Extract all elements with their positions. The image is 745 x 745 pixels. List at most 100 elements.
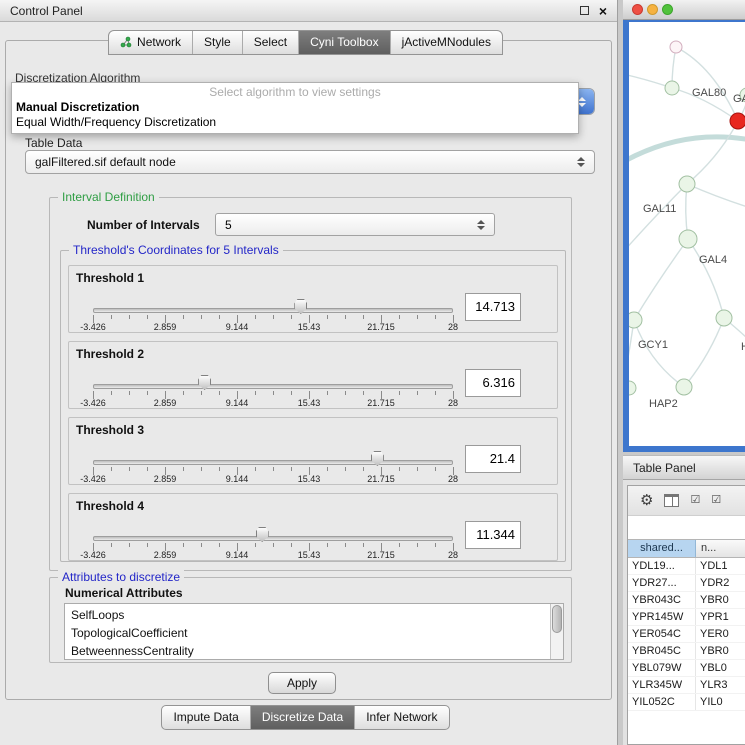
algorithm-popup-options: Manual DiscretizationEqual Width/Frequen… — [12, 100, 578, 130]
tab-discretize-data[interactable]: Discretize Data — [250, 706, 354, 729]
close-traffic-light-icon[interactable] — [632, 4, 643, 15]
network-edge[interactable] — [684, 318, 724, 387]
network-node[interactable] — [665, 81, 679, 95]
tab-label: Impute Data — [173, 710, 238, 724]
network-node[interactable] — [679, 230, 697, 248]
attributes-list[interactable]: SelfLoopsTopologicalCoefficientBetweenne… — [64, 603, 564, 660]
table-row[interactable]: YPR145WYPR1 — [628, 609, 745, 626]
float-window-icon[interactable] — [580, 6, 589, 15]
network-edge[interactable] — [687, 184, 745, 208]
threshold-value-field[interactable]: 14.713 — [465, 293, 521, 321]
algorithm-option-equal-width-frequency-discretization[interactable]: Equal Width/Frequency Discretization — [12, 115, 578, 130]
columns-icon[interactable] — [664, 494, 679, 507]
algorithm-placeholder: Select algorithm to view settings — [12, 84, 578, 100]
scrollbar-thumb[interactable] — [552, 605, 562, 633]
top-tabs-strip: NetworkStyle Select Cyni ToolboxjActiveMNo… — [108, 30, 503, 55]
attribute-list-item[interactable]: TopologicalCoefficient — [71, 624, 563, 642]
algorithm-dropdown-popup: Select algorithm to view settings Manual… — [11, 82, 579, 134]
tab-label: Infer Network — [366, 710, 437, 724]
chevron-updown-icon — [477, 220, 485, 230]
network-node[interactable] — [676, 379, 692, 395]
selection-mode-checkbox-icon[interactable]: ☑ — [711, 495, 721, 506]
table-row[interactable]: YBR045CYBR0 — [628, 643, 745, 660]
apply-button[interactable]: Apply — [268, 672, 336, 694]
network-edge[interactable] — [629, 184, 687, 252]
threshold-label: Threshold 2 — [76, 347, 144, 361]
zoom-traffic-light-icon[interactable] — [662, 4, 673, 15]
panel-title: Control Panel — [10, 4, 83, 18]
network-node[interactable] — [629, 312, 642, 328]
slider-track[interactable] — [93, 384, 453, 389]
table-data-combobox[interactable]: galFiltered.sif default node — [25, 150, 595, 174]
tab-impute-data[interactable]: Impute Data — [162, 706, 249, 729]
slider-track[interactable] — [93, 536, 453, 541]
table-row[interactable]: YDR27...YDR2 — [628, 575, 745, 592]
table-header-row: shared... n... — [628, 539, 745, 558]
table-row[interactable]: YER054CYER0 — [628, 626, 745, 643]
attribute-list-item[interactable]: BetweennessCentrality — [71, 642, 563, 660]
node-label: GCY1 — [638, 339, 668, 351]
slider-scale-labels: -3.4262.8599.14415.4321.71528 — [69, 322, 557, 333]
selected-network-node[interactable] — [730, 113, 745, 129]
network-edge[interactable] — [688, 239, 724, 318]
table-row[interactable]: YLR345WYLR3 — [628, 677, 745, 694]
tab-label: Select — [254, 35, 287, 49]
cell-shared-name: YPR145W — [628, 609, 696, 625]
tab-select[interactable]: Select — [242, 31, 298, 54]
algorithm-option-manual-discretization[interactable]: Manual Discretization — [12, 100, 578, 115]
network-graph[interactable]: GAL80GAGAL11GAL4GCY1HHAP2 — [629, 22, 745, 446]
gear-icon[interactable]: ⚙ — [640, 493, 653, 508]
threshold-value-field[interactable]: 11.344 — [465, 521, 521, 549]
network-node[interactable] — [716, 310, 732, 326]
threshold-value-field[interactable]: 21.4 — [465, 445, 521, 473]
network-edge[interactable] — [687, 121, 738, 184]
attribute-list-item[interactable]: SelfLoops — [71, 606, 563, 624]
minimize-traffic-light-icon[interactable] — [647, 4, 658, 15]
tab-infer-network[interactable]: Infer Network — [354, 706, 448, 729]
column-header-name[interactable]: n... — [696, 540, 745, 557]
network-node[interactable] — [670, 41, 682, 53]
thresholds-group-title: Threshold's Coordinates for 5 Intervals — [69, 243, 283, 257]
attributes-scrollbar[interactable] — [550, 604, 563, 659]
close-icon[interactable]: × — [599, 4, 607, 18]
cell-shared-name: YIL052C — [628, 694, 696, 710]
table-rows: YDL19...YDL1YDR27...YDR2YBR043CYBR0YPR14… — [628, 558, 745, 711]
network-edge[interactable] — [676, 47, 738, 121]
network-canvas[interactable]: GAL80GAGAL11GAL4GCY1HHAP2 — [629, 22, 745, 446]
cell-shared-name: YDL19... — [628, 558, 696, 574]
interval-definition-group: Interval Definition Number of Intervals … — [49, 197, 572, 571]
tab-style[interactable]: Style — [192, 31, 242, 54]
table-row[interactable]: YBL079WYBL0 — [628, 660, 745, 677]
threshold-value-field[interactable]: 6.316 — [465, 369, 521, 397]
cell-name: YDL1 — [696, 558, 745, 574]
slider-track[interactable] — [93, 308, 453, 313]
column-header-shared-name[interactable]: shared... — [628, 540, 696, 557]
cell-name: YBR0 — [696, 643, 745, 659]
table-row[interactable]: YIL052CYIL0 — [628, 694, 745, 711]
table-panel-titlebar: Table Panel — [623, 455, 745, 480]
attributes-list-items: SelfLoopsTopologicalCoefficientBetweenne… — [65, 604, 563, 660]
tab-jactivemnodules[interactable]: jActiveMNodules — [390, 31, 502, 54]
table-panel-title: Table Panel — [633, 461, 696, 475]
network-node[interactable] — [679, 176, 695, 192]
table-panel-window: Table Panel ⚙ ☑ ☑ shared... n... YDL19..… — [623, 455, 745, 745]
cell-name: YLR3 — [696, 677, 745, 693]
cell-shared-name: YBL079W — [628, 660, 696, 676]
select-all-checkbox-icon[interactable]: ☑ — [690, 495, 700, 506]
node-label: H — [741, 341, 745, 353]
network-edge[interactable] — [634, 239, 688, 320]
slider-track[interactable] — [93, 460, 453, 465]
threshold-panel-threshold-4: Threshold 4-3.4262.8599.14415.4321.71528… — [68, 493, 558, 561]
tab-network[interactable]: Network — [109, 31, 192, 54]
num-intervals-combobox[interactable]: 5 — [215, 213, 495, 236]
table-row[interactable]: YDL19...YDL1 — [628, 558, 745, 575]
table-subwindow: ⚙ ☑ ☑ shared... n... YDL19...YDL1YDR27..… — [627, 485, 745, 745]
tab-cyni-toolbox[interactable]: Cyni Toolbox — [298, 31, 389, 54]
network-edge[interactable] — [634, 320, 684, 387]
network-node[interactable] — [629, 381, 636, 395]
table-row[interactable]: YBR043CYBR0 — [628, 592, 745, 609]
table-data-label: Table Data — [25, 136, 82, 150]
network-edge[interactable] — [629, 137, 745, 162]
network-window: GAL80GAGAL11GAL4GCY1HHAP2 — [623, 0, 745, 452]
threshold-panel-threshold-3: Threshold 3-3.4262.8599.14415.4321.71528… — [68, 417, 558, 485]
